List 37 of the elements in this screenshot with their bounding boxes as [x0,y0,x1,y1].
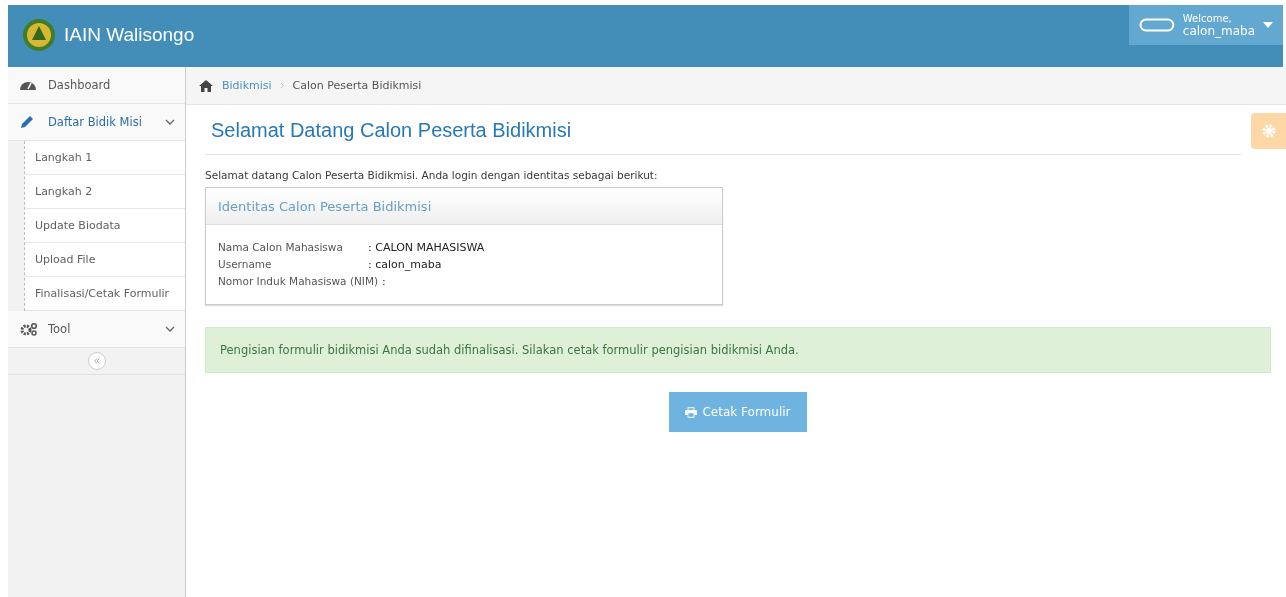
chevron-icon [165,119,175,125]
printer-icon [685,406,698,418]
settings-button[interactable] [1251,113,1286,149]
double-chevron-icon [92,357,101,365]
menu-item[interactable]: Daftar Bidik Misi [8,104,185,141]
menu-item[interactable]: Dashboard [8,67,185,104]
caret-icon [1263,22,1273,28]
user-name: calon_maba [1182,25,1256,37]
brand-name[interactable]: IAIN Walisongo [64,24,195,46]
panel-title: Identitas Calon Peserta Bidikmisi [206,188,722,225]
avatar-icon [1139,18,1175,32]
breadcrumb-link[interactable]: Bidikmisi [222,79,272,92]
logo-icon [22,18,56,52]
chevron-icon [279,82,285,89]
home-icon [198,78,214,93]
field-label: Nama Calon Mahasiswa [218,240,344,255]
field-label: Nomor Induk Mahasiswa (NIM) [218,274,380,289]
page-title: Selamat Datang Calon Peserta Bidikmisi [205,119,1241,155]
success-alert: Pengisian formulir bidikmisi Anda sudah difinalisasi. Silakan cetak formulir pengisian bidikmisi Anda. [205,327,1271,373]
field-value: : calon_maba [368,257,442,273]
intro-text: Selamat datang Calon Peserta Bidikmisi. Anda login dengan identitas sebagai berikut: [205,169,659,181]
collapse-button[interactable] [87,352,106,370]
breadcrumb-current: Calon Peserta Bidikmisi [292,79,422,92]
submenu-item[interactable]: Upload File [25,243,185,277]
welcome-label: Welcome, [1182,13,1233,25]
menu-item[interactable]: Tool [8,311,185,348]
dashboard-icon [20,79,36,91]
cogs-icon [20,322,38,336]
submenu-item[interactable]: Langkah 1 [25,141,185,175]
settings-icon [1261,123,1277,139]
submenu-item[interactable]: Langkah 2 [25,175,185,209]
submenu-item[interactable]: Update Biodata [25,209,185,243]
field-value: : [382,274,386,290]
field-value: : CALON MAHASISWA [368,240,485,256]
chevron-icon [165,326,175,332]
pencil-icon [20,115,34,129]
field-label: Username [218,257,273,272]
